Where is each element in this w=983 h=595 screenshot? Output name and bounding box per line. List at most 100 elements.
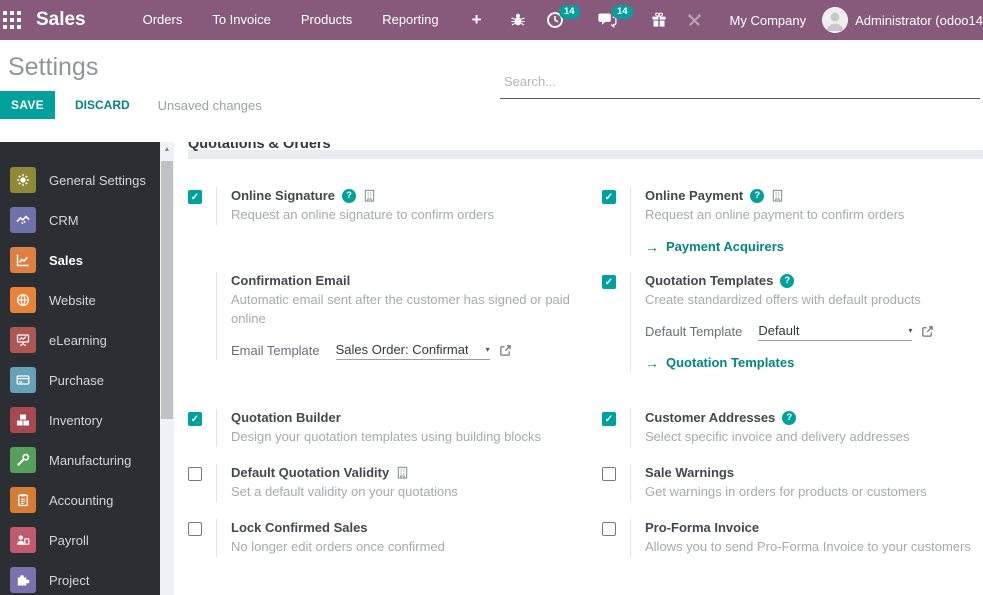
sidebar-item-accounting[interactable]: Accounting — [0, 480, 160, 520]
setting-description: Design your quotation templates using bu… — [231, 429, 542, 444]
user-menu[interactable]: Administrator (odoo14 — [855, 13, 983, 28]
quotation-builder-checkbox[interactable]: ✓ — [188, 412, 202, 426]
setting-label: Sale Warnings — [645, 465, 735, 480]
setting-label: Online Signature — [231, 188, 336, 203]
setting-text: Sale Warnings Get warnings in orders for … — [645, 464, 927, 502]
messages-chat-icon[interactable]: 14 — [588, 0, 633, 40]
setting-separator — [216, 187, 217, 225]
apps-menu-icon[interactable] — [0, 0, 24, 40]
discard-button[interactable]: DISCARD — [63, 91, 142, 119]
customer-addresses-checkbox[interactable]: ✓ — [602, 412, 616, 426]
help-icon[interactable]: ? — [342, 188, 357, 203]
plus-icon[interactable]: + — [454, 1, 500, 39]
setting-separator — [630, 272, 631, 371]
setting-description: Request an online signature to confirm o… — [231, 207, 495, 222]
checkbox-cell: ✓ — [602, 187, 616, 255]
quotation-templates-link[interactable]: → Quotation Templates — [645, 355, 934, 371]
checkbox-cell — [602, 519, 616, 557]
setting-lock-confirmed-sales: Lock Confirmed Sales No longer edit order… — [188, 519, 602, 557]
online-payment-checkbox[interactable]: ✓ — [602, 190, 616, 204]
sidebar-scrollbar[interactable]: ▲ — [160, 142, 174, 595]
unsaved-changes-status: Unsaved changes — [157, 97, 262, 113]
sidebar-item-general-settings[interactable]: General Settings — [0, 160, 160, 200]
sidebar-item-label: Accounting — [49, 492, 114, 508]
default-template-select[interactable]: Default ▾ — [758, 323, 913, 341]
external-link-icon[interactable] — [921, 325, 934, 338]
sidebar-item-label: Sales — [49, 252, 83, 268]
sidebar-item-sales[interactable]: Sales — [0, 240, 160, 280]
help-icon[interactable]: ? — [750, 188, 765, 203]
company-switcher[interactable]: My Company — [730, 13, 807, 28]
checkbox-cell — [188, 464, 202, 502]
checkbox-cell: ✓ — [602, 409, 616, 447]
gear-icon — [10, 167, 36, 193]
top-navbar: Sales Orders To Invoice Products Reporting … — [0, 0, 983, 40]
sidebar-item-label: Manufacturing — [49, 452, 132, 468]
sidebar-item-project[interactable]: Project — [0, 560, 160, 595]
debug-bug-icon[interactable] — [500, 0, 536, 40]
save-button[interactable]: SAVE — [0, 91, 55, 119]
presentation-icon — [10, 327, 36, 353]
gift-icon[interactable] — [641, 0, 677, 40]
field-label: Default Template — [645, 324, 743, 340]
app-name[interactable]: Sales — [36, 9, 86, 31]
setting-text: Online Signature? Request an online signa… — [231, 187, 494, 225]
setting-separator — [630, 519, 631, 557]
help-icon[interactable]: ? — [780, 273, 795, 288]
setting-text: Lock Confirmed Sales No longer edit order… — [231, 519, 445, 557]
sidebar-item-manufacturing[interactable]: Manufacturing — [0, 440, 160, 480]
sidebar-item-inventory[interactable]: Inventory — [0, 400, 160, 440]
setting-customer-addresses: ✓ Customer Addresses? Select specific invo… — [602, 409, 983, 447]
menu-orders[interactable]: Orders — [128, 0, 198, 40]
sidebar-item-crm[interactable]: CRM — [0, 200, 160, 240]
menu-reporting[interactable]: Reporting — [367, 0, 453, 40]
section-title: Quotations & Orders — [188, 142, 331, 152]
sidebar-item-elearning[interactable]: eLearning — [0, 320, 160, 360]
setting-description: Automatic email sent after the customer … — [231, 292, 570, 326]
menu-to-invoice[interactable]: To Invoice — [197, 0, 286, 40]
sidebar-item-label: Purchase — [49, 372, 104, 388]
search-input[interactable] — [500, 72, 980, 99]
field-value: Sales Order: Confirmatic — [335, 341, 468, 357]
payment-acquirers-link[interactable]: → Payment Acquirers — [645, 239, 904, 255]
sale-warnings-checkbox[interactable] — [602, 467, 616, 481]
setting-separator — [630, 464, 631, 502]
default-quotation-validity-checkbox[interactable] — [188, 467, 202, 481]
external-link-icon[interactable] — [499, 344, 512, 357]
setting-label: Customer Addresses — [645, 410, 776, 425]
setting-description: Allows you to send Pro-Forma Invoice to … — [645, 539, 971, 554]
quotation-templates-checkbox[interactable]: ✓ — [602, 275, 616, 289]
setting-separator — [216, 519, 217, 557]
avatar[interactable] — [822, 7, 849, 33]
scroll-up-icon[interactable]: ▲ — [160, 146, 174, 153]
setting-online-signature: ✓ Online Signature? Request an online sign… — [188, 187, 602, 225]
setting-text: Online Payment? Request an online payment… — [645, 187, 904, 255]
app-menu: Orders To Invoice Products Reporting — [128, 0, 454, 40]
setting-text: Quotation Templates? Create standardized … — [645, 272, 934, 371]
online-signature-checkbox[interactable]: ✓ — [188, 190, 202, 204]
search-box — [500, 72, 980, 99]
checkbox-cell: ✓ — [188, 409, 202, 447]
tools-icon[interactable] — [677, 0, 712, 40]
sidebar-item-purchase[interactable]: Purchase — [0, 360, 160, 400]
checkbox-cell — [188, 519, 202, 557]
setting-description: Get warnings in orders for products or c… — [645, 484, 927, 499]
sidebar-item-payroll[interactable]: Payroll — [0, 520, 160, 560]
settings-grid: ✓ Online Signature? Request an online sign… — [188, 187, 983, 589]
pro-forma-invoice-checkbox[interactable] — [602, 522, 616, 536]
checkbox-cell — [602, 464, 616, 502]
help-icon[interactable]: ? — [782, 410, 797, 425]
lock-confirmed-sales-checkbox[interactable] — [188, 522, 202, 536]
email-template-select[interactable]: Sales Order: Confirmatic ▾ — [335, 341, 490, 360]
scrollbar-thumb[interactable] — [161, 161, 173, 419]
sidebar-item-label: Website — [49, 292, 96, 308]
checkbox-cell — [188, 272, 202, 360]
sidebar-item-website[interactable]: Website — [0, 280, 160, 320]
setting-quotation-builder: ✓ Quotation Builder Design your quotation … — [188, 409, 602, 447]
activities-badge: 14 — [558, 5, 580, 19]
sidebar-item-label: CRM — [49, 212, 79, 228]
setting-label: Online Payment — [645, 188, 744, 203]
menu-products[interactable]: Products — [286, 0, 367, 40]
setting-description: Request an online payment to confirm ord… — [645, 207, 905, 222]
activities-clock-icon[interactable]: 14 — [536, 0, 580, 40]
